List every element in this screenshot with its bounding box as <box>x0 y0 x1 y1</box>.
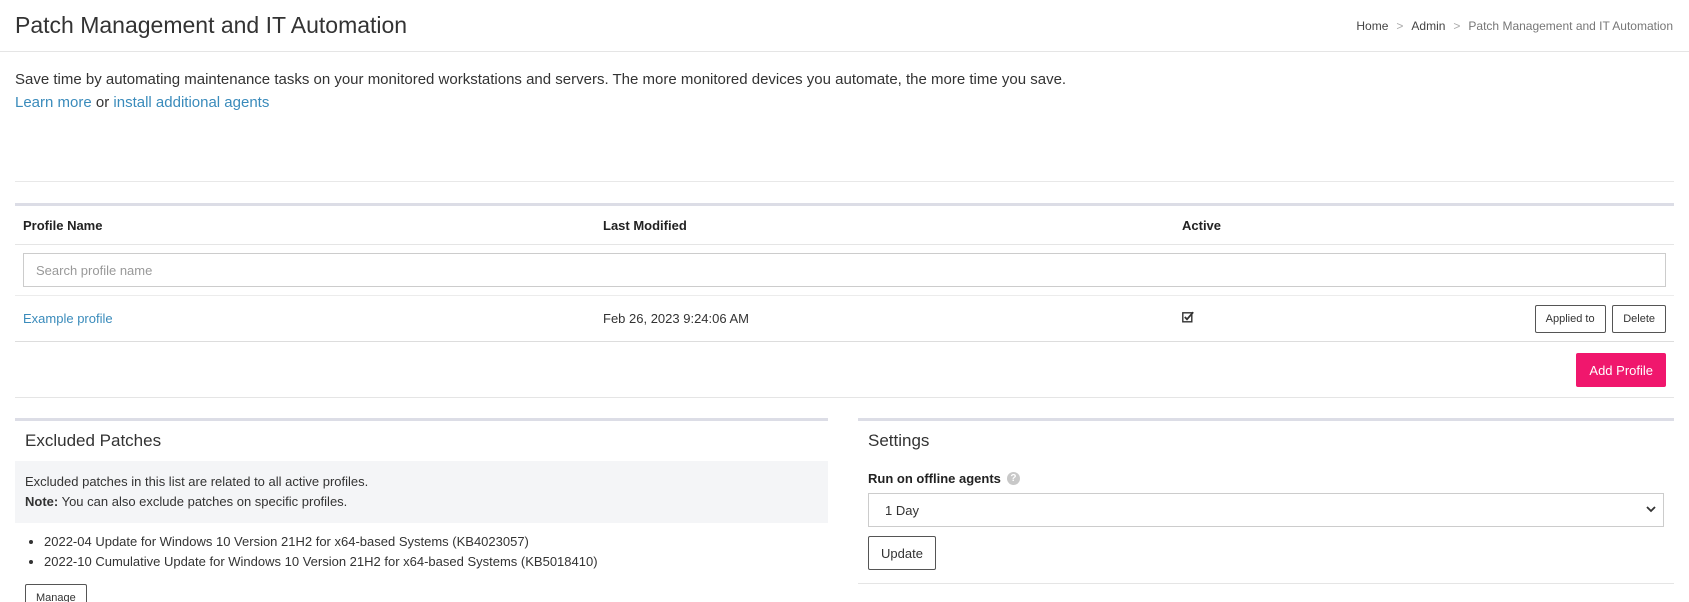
breadcrumb-home[interactable]: Home <box>1356 19 1388 33</box>
search-row <box>15 245 1674 296</box>
applied-to-button[interactable]: Applied to <box>1534 304 1606 333</box>
row-actions: Applied to Delete <box>1532 304 1666 333</box>
run-offline-select[interactable]: 1 Day <box>868 493 1664 527</box>
intro-description: Save time by automating maintenance task… <box>15 71 1067 88</box>
or-text: or <box>95 94 110 111</box>
manage-button[interactable]: Manage <box>25 584 87 602</box>
last-modified-cell: Feb 26, 2023 9:24:06 AM <box>603 311 749 326</box>
page-header: Patch Management and IT Automation Home … <box>0 0 1689 52</box>
table-header: Profile Name Last Modified Active <box>15 206 1674 245</box>
excluded-info-text: Excluded patches in this list are relate… <box>25 474 369 489</box>
add-profile-row: Add Profile <box>15 342 1674 398</box>
list-item: 2022-04 Update for Windows 10 Version 21… <box>44 532 818 552</box>
run-offline-label-row: Run on offline agents ? <box>868 471 1664 486</box>
active-checkbox-icon <box>1182 311 1194 326</box>
excluded-info-box: Excluded patches in this list are relate… <box>15 461 828 523</box>
excluded-note: Note: You can also exclude patches on sp… <box>25 492 818 512</box>
update-button[interactable]: Update <box>868 536 936 570</box>
note-label: Note: <box>25 494 59 509</box>
column-header-profile-name[interactable]: Profile Name <box>15 218 595 233</box>
note-text: You can also exclude patches on specific… <box>58 494 348 509</box>
search-profile-input[interactable] <box>23 253 1666 287</box>
breadcrumb-separator: > <box>1453 18 1461 33</box>
install-agents-link[interactable]: install additional agents <box>113 94 269 111</box>
breadcrumb: Home > Admin > Patch Management and IT A… <box>1356 19 1673 33</box>
learn-more-link[interactable]: Learn more <box>15 94 92 111</box>
page-title: Patch Management and IT Automation <box>15 12 408 38</box>
profiles-table: Profile Name Last Modified Active Exampl… <box>15 203 1674 398</box>
profile-name-link[interactable]: Example profile <box>23 311 113 326</box>
intro-links: Learn more or install additional agents <box>15 91 1674 114</box>
help-icon[interactable]: ? <box>1006 472 1020 485</box>
excluded-patches-title: Excluded Patches <box>25 431 162 450</box>
run-offline-label: Run on offline agents <box>868 471 1001 486</box>
intro-section: Save time by automating maintenance task… <box>15 52 1674 182</box>
column-header-active[interactable]: Active <box>1174 218 1674 233</box>
breadcrumb-admin[interactable]: Admin <box>1411 19 1445 33</box>
chevron-down-icon <box>1645 503 1657 518</box>
bottom-panels: Excluded Patches Excluded patches in thi… <box>15 418 1674 602</box>
column-header-last-modified[interactable]: Last Modified <box>595 218 1174 233</box>
table-row: Example profile Feb 26, 2023 9:24:06 AM … <box>15 296 1674 342</box>
settings-title: Settings <box>868 431 930 450</box>
breadcrumb-current: Patch Management and IT Automation <box>1468 18 1673 33</box>
add-profile-button[interactable]: Add Profile <box>1576 353 1666 387</box>
run-offline-selected-value: 1 Day <box>885 502 919 518</box>
breadcrumb-separator: > <box>1396 18 1404 33</box>
delete-button[interactable]: Delete <box>1612 304 1666 333</box>
settings-panel: Settings Run on offline agents ? 1 Day U… <box>858 418 1674 584</box>
excluded-patches-panel: Excluded Patches Excluded patches in thi… <box>15 418 828 602</box>
list-item: 2022-10 Cumulative Update for Windows 10… <box>44 552 818 572</box>
excluded-patch-list: 2022-04 Update for Windows 10 Version 21… <box>15 523 828 572</box>
